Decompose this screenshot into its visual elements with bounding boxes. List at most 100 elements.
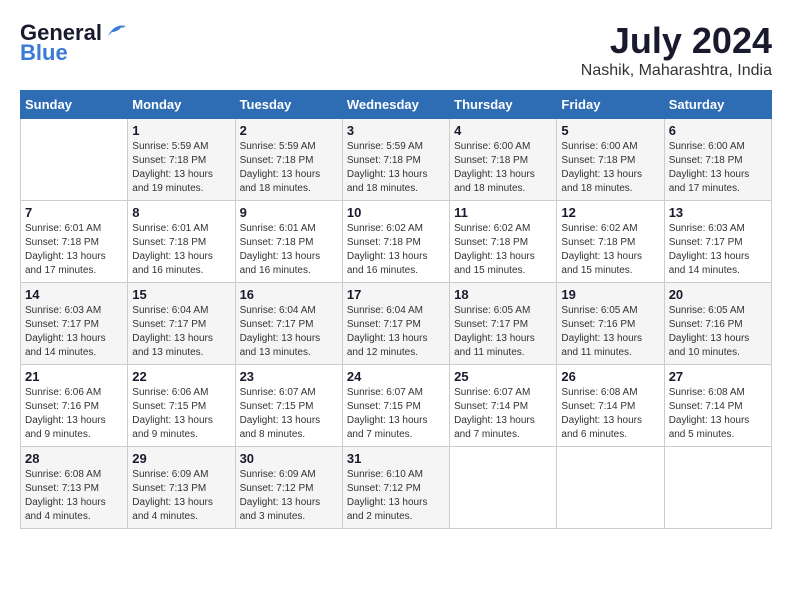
day-number: 23 [240, 369, 338, 384]
weekday-header-wednesday: Wednesday [342, 91, 449, 119]
calendar-cell: 23 Sunrise: 6:07 AM Sunset: 7:15 PM Dayli… [235, 365, 342, 447]
calendar-cell: 29 Sunrise: 6:09 AM Sunset: 7:13 PM Dayli… [128, 447, 235, 529]
calendar-cell: 25 Sunrise: 6:07 AM Sunset: 7:14 PM Dayli… [450, 365, 557, 447]
title-block: July 2024 Nashik, Maharashtra, India [581, 20, 772, 80]
logo-bird-icon [106, 22, 128, 40]
calendar-cell: 30 Sunrise: 6:09 AM Sunset: 7:12 PM Dayli… [235, 447, 342, 529]
calendar-cell: 9 Sunrise: 6:01 AM Sunset: 7:18 PM Daylig… [235, 201, 342, 283]
location-title: Nashik, Maharashtra, India [581, 62, 772, 80]
day-info: Sunrise: 6:02 AM Sunset: 7:18 PM Dayligh… [347, 222, 445, 278]
day-number: 24 [347, 369, 445, 384]
day-number: 29 [132, 451, 230, 466]
weekday-header-monday: Monday [128, 91, 235, 119]
calendar-cell: 6 Sunrise: 6:00 AM Sunset: 7:18 PM Daylig… [664, 119, 771, 201]
calendar-cell: 19 Sunrise: 6:05 AM Sunset: 7:16 PM Dayli… [557, 283, 664, 365]
day-number: 21 [25, 369, 123, 384]
day-number: 11 [454, 205, 552, 220]
day-info: Sunrise: 6:07 AM Sunset: 7:14 PM Dayligh… [454, 386, 552, 442]
day-number: 17 [347, 287, 445, 302]
day-number: 15 [132, 287, 230, 302]
day-info: Sunrise: 6:09 AM Sunset: 7:12 PM Dayligh… [240, 468, 338, 524]
day-number: 31 [347, 451, 445, 466]
calendar-cell: 4 Sunrise: 6:00 AM Sunset: 7:18 PM Daylig… [450, 119, 557, 201]
weekday-header-row: SundayMondayTuesdayWednesdayThursdayFrid… [21, 91, 772, 119]
day-number: 5 [561, 123, 659, 138]
day-info: Sunrise: 6:04 AM Sunset: 7:17 PM Dayligh… [240, 304, 338, 360]
month-title: July 2024 [581, 20, 772, 62]
day-info: Sunrise: 6:01 AM Sunset: 7:18 PM Dayligh… [132, 222, 230, 278]
day-info: Sunrise: 6:06 AM Sunset: 7:15 PM Dayligh… [132, 386, 230, 442]
calendar-cell: 7 Sunrise: 6:01 AM Sunset: 7:18 PM Daylig… [21, 201, 128, 283]
calendar-cell: 13Sunrise: 6:03 AM Sunset: 7:17 PM Dayli… [664, 201, 771, 283]
day-info: Sunrise: 6:07 AM Sunset: 7:15 PM Dayligh… [347, 386, 445, 442]
calendar-cell: 28 Sunrise: 6:08 AM Sunset: 7:13 PM Dayli… [21, 447, 128, 529]
day-info: Sunrise: 6:05 AM Sunset: 7:17 PM Dayligh… [454, 304, 552, 360]
logo: General Blue [20, 20, 128, 66]
calendar-cell: 5 Sunrise: 6:00 AM Sunset: 7:18 PM Daylig… [557, 119, 664, 201]
day-info: Sunrise: 6:08 AM Sunset: 7:14 PM Dayligh… [561, 386, 659, 442]
calendar-cell [557, 447, 664, 529]
calendar-cell: 31Sunrise: 6:10 AM Sunset: 7:12 PM Dayli… [342, 447, 449, 529]
calendar-cell: 24 Sunrise: 6:07 AM Sunset: 7:15 PM Dayli… [342, 365, 449, 447]
calendar-cell [450, 447, 557, 529]
day-number: 10 [347, 205, 445, 220]
calendar-cell: 2Sunrise: 5:59 AM Sunset: 7:18 PM Daylig… [235, 119, 342, 201]
calendar-week-row: 7 Sunrise: 6:01 AM Sunset: 7:18 PM Daylig… [21, 201, 772, 283]
day-info: Sunrise: 6:01 AM Sunset: 7:18 PM Dayligh… [25, 222, 123, 278]
calendar-cell: 16 Sunrise: 6:04 AM Sunset: 7:17 PM Dayli… [235, 283, 342, 365]
day-info: Sunrise: 6:00 AM Sunset: 7:18 PM Dayligh… [561, 140, 659, 196]
weekday-header-friday: Friday [557, 91, 664, 119]
calendar-week-row: 1 Sunrise: 5:59 AM Sunset: 7:18 PM Daylig… [21, 119, 772, 201]
calendar-week-row: 14Sunrise: 6:03 AM Sunset: 7:17 PM Dayli… [21, 283, 772, 365]
calendar-week-row: 28 Sunrise: 6:08 AM Sunset: 7:13 PM Dayli… [21, 447, 772, 529]
day-info: Sunrise: 6:09 AM Sunset: 7:13 PM Dayligh… [132, 468, 230, 524]
day-number: 18 [454, 287, 552, 302]
day-info: Sunrise: 6:05 AM Sunset: 7:16 PM Dayligh… [669, 304, 767, 360]
day-info: Sunrise: 6:08 AM Sunset: 7:13 PM Dayligh… [25, 468, 123, 524]
calendar-cell: 21Sunrise: 6:06 AM Sunset: 7:16 PM Dayli… [21, 365, 128, 447]
day-number: 7 [25, 205, 123, 220]
calendar-cell: 20 Sunrise: 6:05 AM Sunset: 7:16 PM Dayli… [664, 283, 771, 365]
day-number: 13 [669, 205, 767, 220]
day-info: Sunrise: 6:05 AM Sunset: 7:16 PM Dayligh… [561, 304, 659, 360]
day-number: 8 [132, 205, 230, 220]
calendar-cell: 22Sunrise: 6:06 AM Sunset: 7:15 PM Dayli… [128, 365, 235, 447]
day-number: 28 [25, 451, 123, 466]
day-info: Sunrise: 6:02 AM Sunset: 7:18 PM Dayligh… [561, 222, 659, 278]
calendar-cell: 1 Sunrise: 5:59 AM Sunset: 7:18 PM Daylig… [128, 119, 235, 201]
day-number: 9 [240, 205, 338, 220]
calendar-cell: 15Sunrise: 6:04 AM Sunset: 7:17 PM Dayli… [128, 283, 235, 365]
day-number: 25 [454, 369, 552, 384]
weekday-header-saturday: Saturday [664, 91, 771, 119]
day-number: 30 [240, 451, 338, 466]
day-number: 4 [454, 123, 552, 138]
calendar-cell: 3Sunrise: 5:59 AM Sunset: 7:18 PM Daylig… [342, 119, 449, 201]
day-number: 1 [132, 123, 230, 138]
weekday-header-tuesday: Tuesday [235, 91, 342, 119]
day-number: 26 [561, 369, 659, 384]
day-info: Sunrise: 6:00 AM Sunset: 7:18 PM Dayligh… [454, 140, 552, 196]
day-info: Sunrise: 6:00 AM Sunset: 7:18 PM Dayligh… [669, 140, 767, 196]
day-info: Sunrise: 6:07 AM Sunset: 7:15 PM Dayligh… [240, 386, 338, 442]
day-number: 16 [240, 287, 338, 302]
day-number: 3 [347, 123, 445, 138]
day-info: Sunrise: 6:01 AM Sunset: 7:18 PM Dayligh… [240, 222, 338, 278]
day-info: Sunrise: 6:02 AM Sunset: 7:18 PM Dayligh… [454, 222, 552, 278]
calendar-cell: 14Sunrise: 6:03 AM Sunset: 7:17 PM Dayli… [21, 283, 128, 365]
day-number: 19 [561, 287, 659, 302]
calendar-cell: 8 Sunrise: 6:01 AM Sunset: 7:18 PM Daylig… [128, 201, 235, 283]
calendar-cell: 27Sunrise: 6:08 AM Sunset: 7:14 PM Dayli… [664, 365, 771, 447]
day-info: Sunrise: 5:59 AM Sunset: 7:18 PM Dayligh… [132, 140, 230, 196]
day-number: 12 [561, 205, 659, 220]
weekday-header-sunday: Sunday [21, 91, 128, 119]
day-number: 14 [25, 287, 123, 302]
calendar-cell: 11 Sunrise: 6:02 AM Sunset: 7:18 PM Dayli… [450, 201, 557, 283]
calendar-table: SundayMondayTuesdayWednesdayThursdayFrid… [20, 90, 772, 529]
calendar-cell [21, 119, 128, 201]
calendar-cell: 17Sunrise: 6:04 AM Sunset: 7:17 PM Dayli… [342, 283, 449, 365]
day-number: 20 [669, 287, 767, 302]
day-info: Sunrise: 6:08 AM Sunset: 7:14 PM Dayligh… [669, 386, 767, 442]
day-number: 6 [669, 123, 767, 138]
calendar-cell: 18 Sunrise: 6:05 AM Sunset: 7:17 PM Dayli… [450, 283, 557, 365]
calendar-cell: 12 Sunrise: 6:02 AM Sunset: 7:18 PM Dayli… [557, 201, 664, 283]
